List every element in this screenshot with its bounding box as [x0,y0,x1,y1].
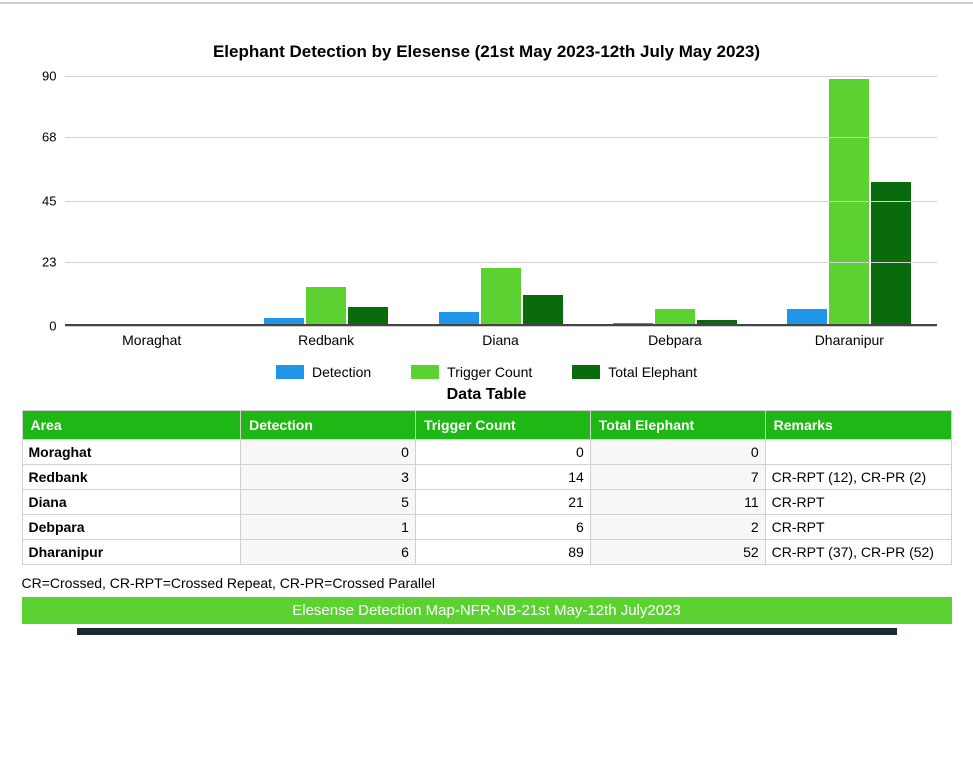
cell-trigger: 0 [415,440,590,465]
cell-total: 11 [590,490,765,515]
legend-label: Total Elephant [608,364,697,380]
legend-item-trigger: Trigger Count [411,364,532,380]
bar-trigger [306,287,346,326]
cell-remarks: CR-RPT (37), CR-PR (52) [765,540,951,565]
cell-remarks: CR-RPT [765,490,951,515]
chart-title: Elephant Detection by Elesense (21st May… [27,42,947,62]
cell-detection: 1 [241,515,416,540]
legend-item-total: Total Elephant [572,364,697,380]
y-axis: 023456890 [27,76,61,326]
cell-total: 2 [590,515,765,540]
table-row: Moraghat000 [22,440,951,465]
legend-swatch-trigger [411,365,439,379]
cell-trigger: 89 [415,540,590,565]
legend-label: Detection [312,364,371,380]
x-axis-label: Dharanipur [762,332,936,348]
cell-detection: 3 [241,465,416,490]
cell-total: 52 [590,540,765,565]
map-title-banner: Elesense Detection Map-NFR-NB-21st May-1… [22,597,952,624]
bar-trigger [481,268,521,326]
cell-area: Debpara [22,515,241,540]
cell-trigger: 14 [415,465,590,490]
cell-remarks: CR-RPT [765,515,951,540]
table-header: Trigger Count [415,411,590,440]
gridline [65,201,937,202]
cell-area: Dharanipur [22,540,241,565]
chart-area: Elephant Detection by Elesense (21st May… [17,4,957,380]
cell-detection: 5 [241,490,416,515]
cell-area: Diana [22,490,241,515]
cell-trigger: 21 [415,490,590,515]
gridline [65,262,937,263]
cell-trigger: 6 [415,515,590,540]
cell-remarks: CR-RPT (12), CR-PR (2) [765,465,951,490]
map-fragment [77,627,897,635]
cell-remarks [765,440,951,465]
table-row: Debpara162CR-RPT [22,515,951,540]
chart-plot: 023456890 [65,76,937,326]
page-root: Elephant Detection by Elesense (21st May… [0,2,973,761]
y-tick-label: 68 [42,130,56,145]
legend-swatch-total [572,365,600,379]
legend-swatch-detection [276,365,304,379]
data-table: Area Detection Trigger Count Total Eleph… [22,410,952,565]
y-tick-label: 0 [49,319,56,334]
table-header: Total Elephant [590,411,765,440]
table-header: Area [22,411,241,440]
legend-item-detection: Detection [276,364,371,380]
y-tick-label: 90 [42,69,56,84]
bar-total [523,295,563,326]
x-axis-label: Diana [413,332,587,348]
x-axis-labels: MoraghatRedbankDianaDebparaDharanipur [65,332,937,348]
gridline [65,326,937,327]
table-header-row: Area Detection Trigger Count Total Eleph… [22,411,951,440]
gridline [65,76,937,77]
table-row: Dharanipur68952CR-RPT (37), CR-PR (52) [22,540,951,565]
cell-area: Redbank [22,465,241,490]
y-tick-label: 45 [42,194,56,209]
cell-total: 7 [590,465,765,490]
cell-detection: 6 [241,540,416,565]
x-axis-label: Redbank [239,332,413,348]
y-tick-label: 23 [42,255,56,270]
gridline [65,137,937,138]
table-header: Remarks [765,411,951,440]
table-row: Redbank3147CR-RPT (12), CR-PR (2) [22,465,951,490]
x-axis-label: Debpara [588,332,762,348]
data-table-title: Data Table [0,386,973,404]
x-axis-label: Moraghat [65,332,239,348]
abbreviation-note: CR=Crossed, CR-RPT=Crossed Repeat, CR-PR… [22,575,952,591]
table-row: Diana52111CR-RPT [22,490,951,515]
cell-detection: 0 [241,440,416,465]
cell-total: 0 [590,440,765,465]
legend-label: Trigger Count [447,364,532,380]
cell-area: Moraghat [22,440,241,465]
chart-legend: Detection Trigger Count Total Elephant [27,364,947,380]
bar-total [871,182,911,326]
table-header: Detection [241,411,416,440]
bar-trigger [829,79,869,326]
